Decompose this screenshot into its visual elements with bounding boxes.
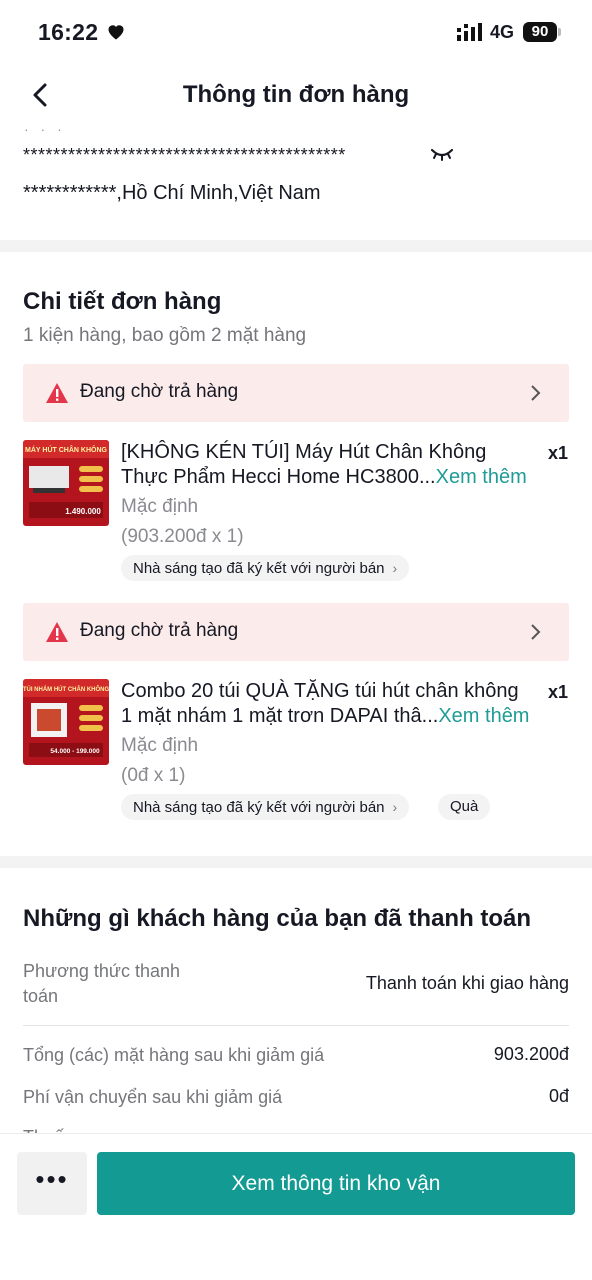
nav-bar: Thông tin đơn hàng (0, 64, 592, 126)
product-title[interactable]: [KHÔNG KÉN TÚI] Máy Hút Chân Không Thực … (121, 440, 541, 490)
product-title-line-2: Thực Phẩm Hecci Home HC3800... (121, 466, 436, 488)
battery-level: 90 (523, 22, 557, 42)
status-bar: 16:22 4G 90 (0, 0, 592, 64)
chevron-right-icon (531, 385, 541, 401)
product-title-line-1: Combo 20 túi QUÀ TẶNG túi hút chân không (121, 680, 519, 702)
more-dots-icon: ••• (35, 1164, 69, 1194)
product-image-vacuum-sealer: MÁY HÚT CHÂN KHÔNG 1.490.000 (23, 440, 109, 526)
product-quantity: x1 (547, 682, 568, 702)
item-status-text: Đang chờ trả hàng (80, 381, 239, 402)
product-title[interactable]: Combo 20 túi QUÀ TẶNG túi hút chân không… (121, 679, 541, 729)
more-options-button[interactable]: ••• (17, 1152, 87, 1215)
product-thumbnail[interactable]: TÚI NHÁM HÚT CHÂN KHÔNG 54.000 - 199.000 (23, 679, 109, 765)
creator-seller-pill[interactable]: Nhà sáng tạo đã ký kết với người bán › (121, 794, 410, 820)
chevron-right-icon (531, 624, 541, 640)
shipping-fee-label: Phí vận chuyển sau khi giảm giá (23, 1087, 283, 1107)
row-divider (23, 1025, 569, 1026)
chevron-right-icon: › (392, 799, 398, 815)
pill-label: Nhà sáng tạo đã ký kết với người bán (133, 560, 385, 577)
thumb-price: 54.000 - 199.000 (50, 748, 100, 755)
product-title-line-1: [KHÔNG KÉN TÚI] Máy Hút Chân Không (121, 441, 487, 463)
product-price: (0đ x 1) (121, 765, 186, 786)
battery-tip (558, 28, 561, 36)
shipping-fee-value: 0đ (548, 1086, 569, 1106)
address-line-2: ************,Hồ Chí Minh,Việt Nam (23, 182, 321, 204)
payment-method-value: Thanh toán khi giao hàng (365, 973, 569, 993)
payment-method-label: Phương thức thanh toán (23, 959, 180, 1009)
product-price: (903.200đ x 1) (121, 526, 244, 547)
see-more-link[interactable]: Xem thêm (436, 466, 527, 488)
product-quantity: x1 (547, 443, 568, 463)
payment-method-label-line-2: toán (23, 986, 59, 1006)
status-time: 16:22 (38, 19, 99, 45)
see-more-link[interactable]: Xem thêm (438, 705, 529, 727)
address-line-1: ****************************************… (23, 145, 346, 165)
bottom-action-bar: ••• Xem thông tin kho vận (0, 1133, 592, 1280)
order-details-title: Chi tiết đơn hàng (23, 288, 222, 315)
product-image-vacuum-bags: TÚI NHÁM HÚT CHÂN KHÔNG 54.000 - 199.000 (23, 679, 109, 765)
signal-icon (457, 23, 482, 41)
product-title-line-2: 1 mặt nhám 1 mặt trơn DAPAI thâ... (121, 705, 439, 727)
view-logistics-button[interactable]: Xem thông tin kho vận (97, 1152, 575, 1215)
item-status-text: Đang chờ trả hàng (80, 620, 239, 641)
chevron-right-icon: › (392, 560, 398, 576)
product-thumbnail[interactable]: MÁY HÚT CHÂN KHÔNG 1.490.000 (23, 440, 109, 526)
subtotal-value: 903.200đ (493, 1044, 569, 1064)
product-variant: Mặc định (121, 496, 199, 517)
order-details-subtitle: 1 kiện hàng, bao gồm 2 mặt hàng (23, 325, 307, 346)
section-divider (0, 856, 592, 868)
warning-icon (46, 622, 68, 642)
item-status-row[interactable]: Đang chờ trả hàng (23, 364, 569, 422)
network-type: 4G (490, 22, 515, 42)
warning-icon (46, 383, 68, 403)
item-status-row[interactable]: Đang chờ trả hàng (23, 603, 569, 661)
thumb-caption: TÚI NHÁM HÚT CHÂN KHÔNG (23, 685, 109, 693)
subtotal-label: Tổng (các) mặt hàng sau khi giảm giá (23, 1045, 325, 1065)
thumb-caption: MÁY HÚT CHÂN KHÔNG (25, 445, 107, 454)
creator-seller-pill[interactable]: Nhà sáng tạo đã ký kết với người bán › (121, 555, 410, 581)
pill-label: Nhà sáng tạo đã ký kết với người bán (133, 799, 385, 816)
payment-method-label-line-1: Phương thức thanh (23, 961, 180, 981)
section-divider (0, 240, 592, 252)
thumb-price: 1.490.000 (65, 507, 101, 516)
page-title: Thông tin đơn hàng (182, 81, 410, 108)
eye-closed-icon[interactable] (430, 146, 454, 162)
gift-badge: Quà (438, 794, 491, 820)
product-variant: Mặc định (121, 735, 199, 756)
payment-section-title: Những gì khách hàng của bạn đã thanh toá… (23, 905, 532, 932)
address-cutoff-line: · · · (24, 121, 66, 137)
heart-icon (108, 25, 124, 40)
